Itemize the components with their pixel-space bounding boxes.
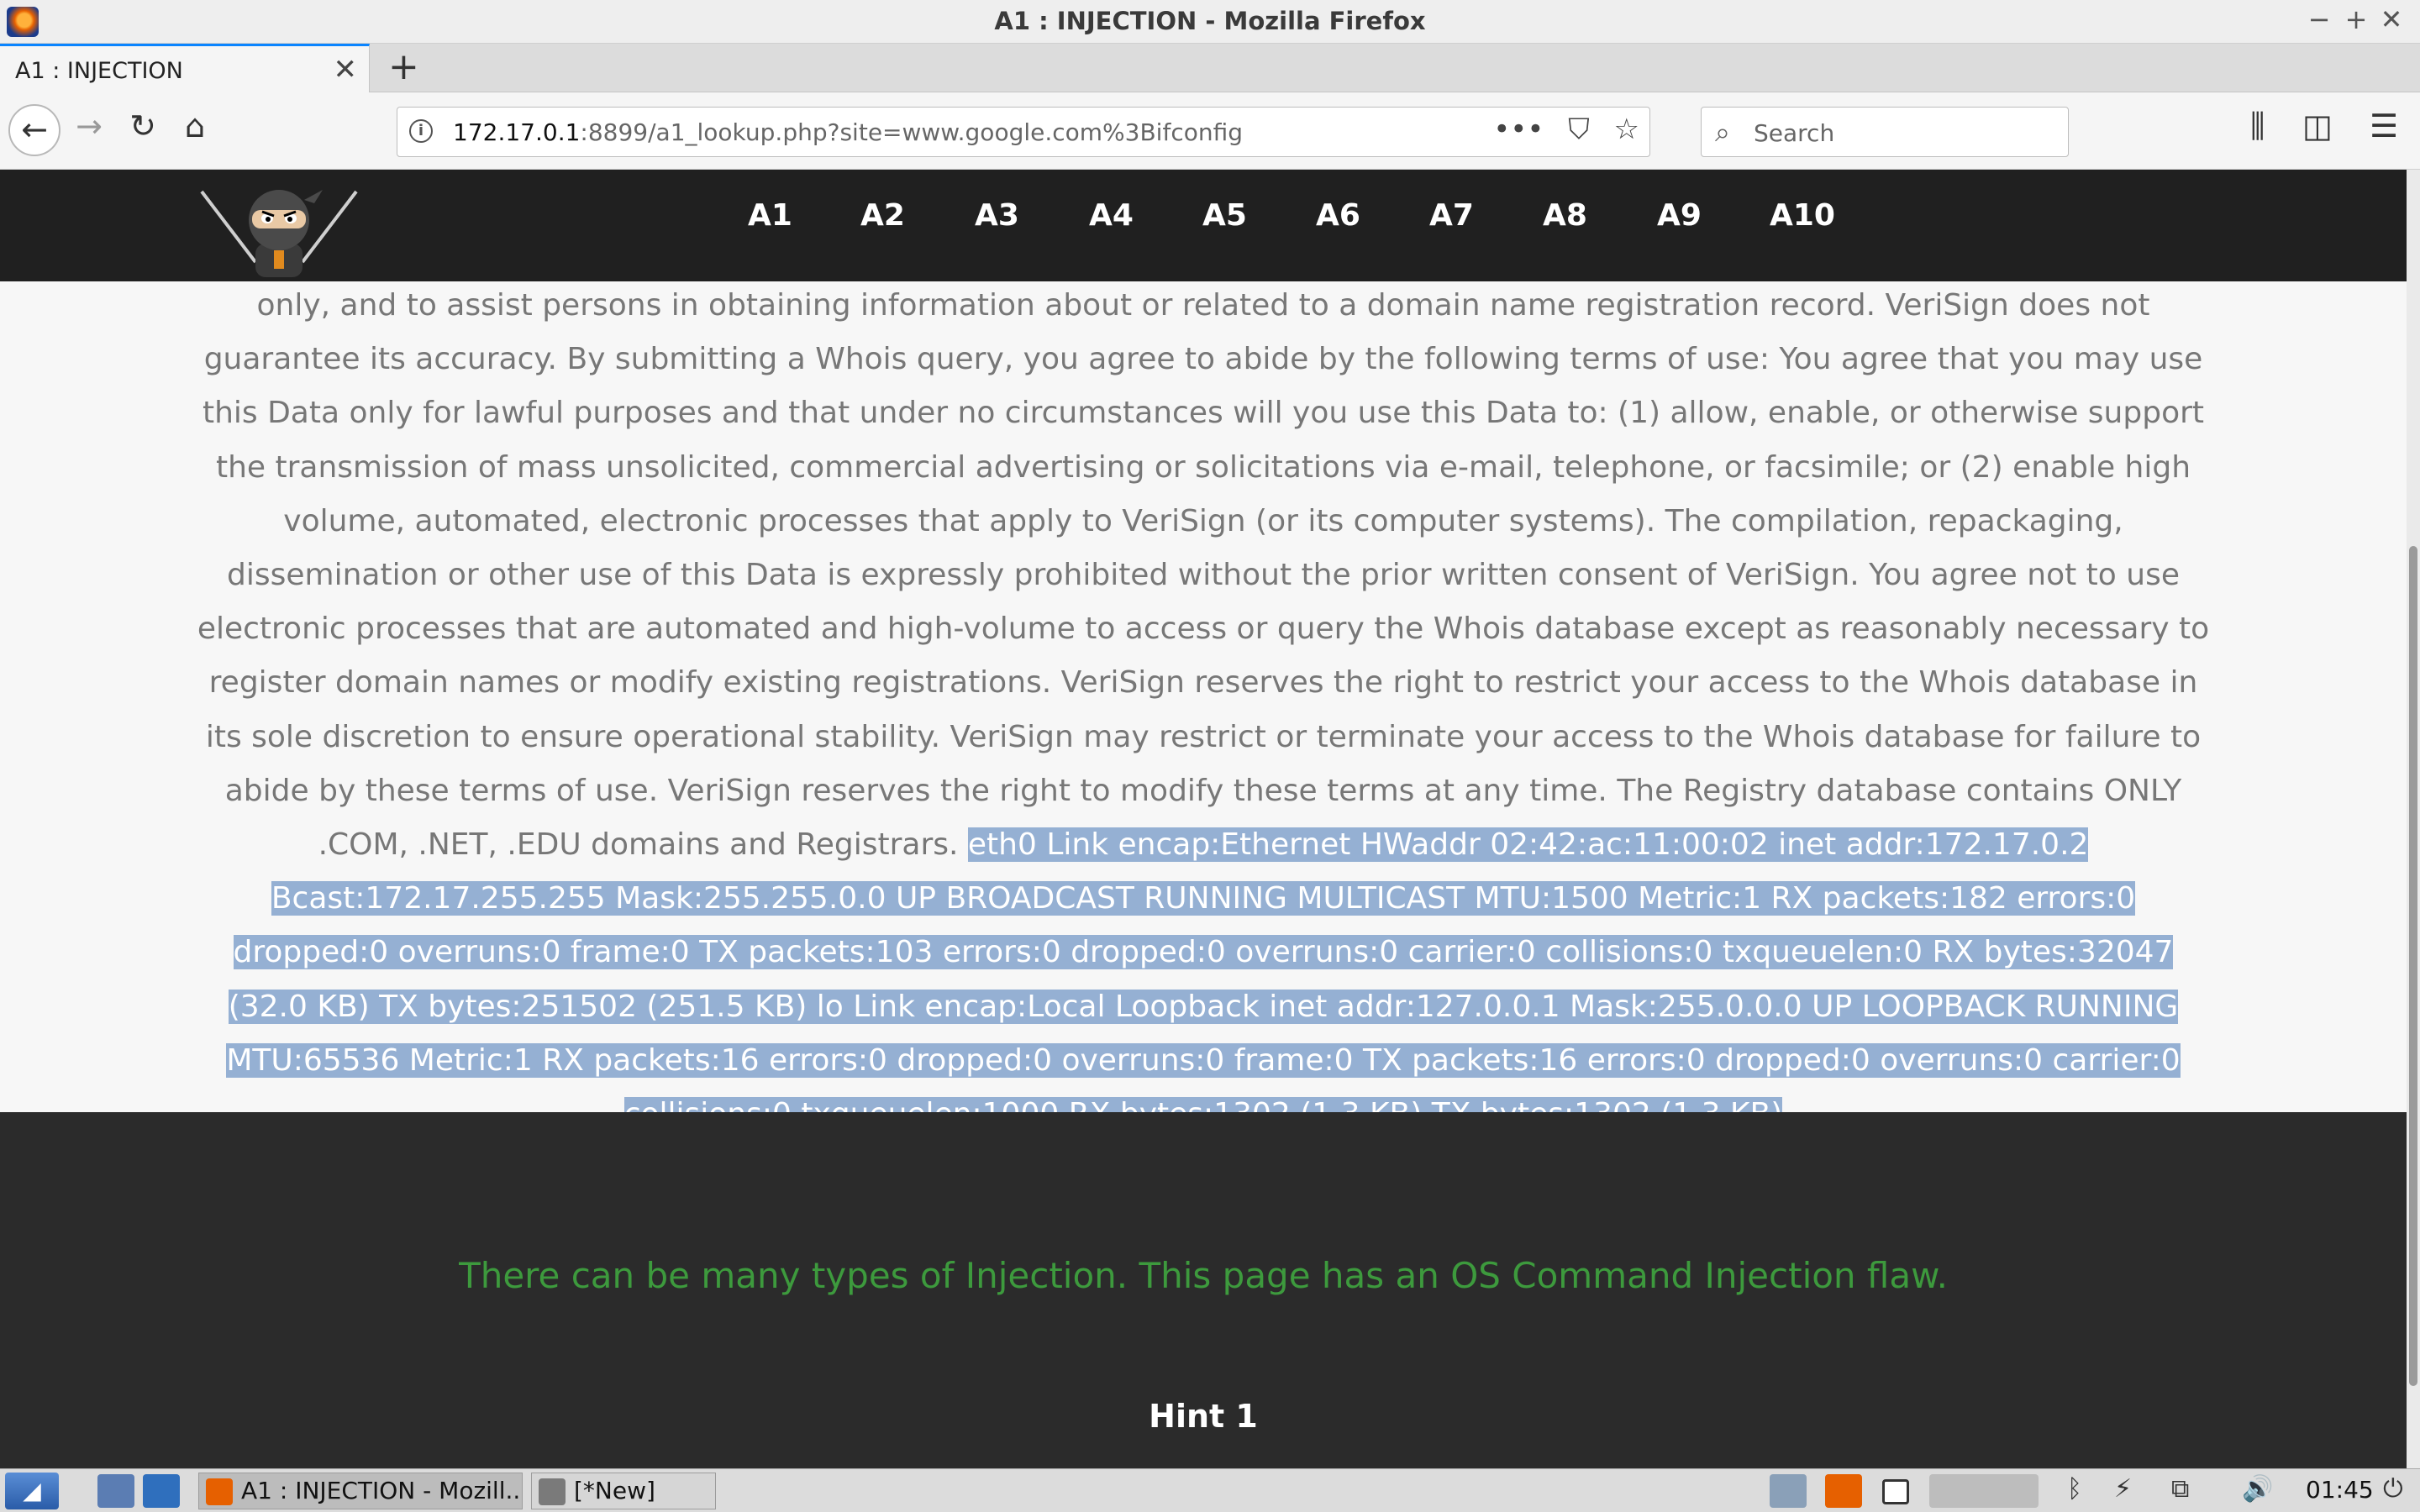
forward-button[interactable]: → [66,108,113,144]
search-bar[interactable]: ⌕ Search [1701,107,2069,157]
lookup-output: only, and to assist persons in obtaining… [193,279,2213,1142]
web-page: A1 A2 A3 A4 A5 A6 A7 A8 A9 A10 only, and… [0,170,2407,1468]
nav-link-a8[interactable]: A8 [1543,198,1587,233]
pocket-icon[interactable]: ⛉ [1568,113,1590,146]
close-window-button[interactable]: ✕ [2375,3,2408,35]
url-host: 172.17.0.1 [453,118,581,146]
url-text[interactable]: 172.17.0.1:8899/a1_lookup.php?site=www.g… [453,118,1243,146]
taskbar-task-label: A1 : INJECTION - Mozill... [241,1477,523,1504]
nav-link-a3[interactable]: A3 [975,198,1019,233]
hint-1-toggle[interactable]: Hint 1 [0,1398,2407,1435]
workspace-icon[interactable] [1770,1474,1807,1508]
window-tray-icon[interactable] [1882,1479,1909,1504]
nav-link-a10[interactable]: A10 [1770,198,1835,233]
start-menu-button[interactable]: ◢ [5,1473,59,1509]
window-titlebar: A1 : INJECTION - Mozilla Firefox − + ✕ [0,0,2420,44]
tab-strip: A1 : INJECTION ✕ + [0,44,2420,92]
nav-link-a6[interactable]: A6 [1316,198,1360,233]
taskbar-task-editor[interactable]: [*New] [531,1473,716,1509]
injection-note: There can be many types of Injection. Th… [459,1255,1948,1296]
nav-link-a1[interactable]: A1 [748,198,792,233]
back-button[interactable]: ← [8,104,60,156]
whois-text: only, and to assist persons in obtaining… [197,288,2210,863]
bookmark-star-icon[interactable]: ☆ [1614,113,1639,146]
maximize-button[interactable]: + [2339,3,2373,35]
cpu-monitor-icon [1929,1474,2039,1508]
reload-button[interactable]: ↻ [119,108,166,144]
nav-link-a4[interactable]: A4 [1089,198,1134,233]
clock: 01:45 [2306,1476,2374,1504]
search-placeholder: Search [1754,119,1835,147]
menu-icon[interactable]: ☰ [2370,108,2398,144]
taskbar: ◢ A1 : INJECTION - Mozill... [*New] ᛒ ⚡ … [0,1468,2420,1512]
sidebar-icon[interactable]: ◫ [2302,108,2333,144]
navigation-toolbar: ← → ↻ ⌂ i 172.17.0.1:8899/a1_lookup.php?… [0,92,2420,170]
nav-link-a2[interactable]: A2 [860,198,905,233]
firefox-tray-icon[interactable] [1825,1474,1862,1508]
ninja-logo[interactable] [197,170,361,281]
scrollbar-thumb[interactable] [2409,546,2417,1386]
search-icon: ⌕ [1715,116,1730,148]
firefox-task-icon [206,1478,233,1505]
file-manager-icon[interactable] [97,1474,134,1508]
nav-link-a9[interactable]: A9 [1657,198,1702,233]
url-bar[interactable]: i 172.17.0.1:8899/a1_lookup.php?site=www… [397,107,1650,157]
site-info-icon[interactable]: i [409,119,433,143]
tab-a1-injection[interactable]: A1 : INJECTION ✕ [0,44,370,92]
nav-link-a5[interactable]: A5 [1202,198,1247,233]
home-button[interactable]: ⌂ [171,108,218,144]
editor-task-icon [539,1478,566,1505]
new-tab-button[interactable]: + [388,45,419,88]
site-navbar: A1 A2 A3 A4 A5 A6 A7 A8 A9 A10 [0,170,2407,281]
library-icon[interactable]: ⫼ [2250,108,2265,145]
window-title: A1 : INJECTION - Mozilla Firefox [994,7,1426,35]
power-icon[interactable]: ⚡ [2114,1474,2132,1504]
minimize-button[interactable]: − [2302,3,2336,35]
url-path: :8899/a1_lookup.php?site=www.google.com%… [580,118,1243,146]
shutdown-icon[interactable]: ⏻ [2383,1474,2403,1504]
bluetooth-icon[interactable]: ᛒ [2067,1474,2082,1504]
taskbar-task-firefox[interactable]: A1 : INJECTION - Mozill... [198,1473,523,1509]
taskbar-task-label: [*New] [574,1477,655,1504]
volume-icon[interactable]: 🔊 [2242,1474,2273,1504]
close-tab-icon[interactable]: ✕ [334,53,358,87]
desktop-icon[interactable] [143,1474,180,1508]
tab-title: A1 : INJECTION [15,58,183,84]
page-actions-icon[interactable]: ••• [1493,113,1544,146]
network-icon[interactable]: ⧉ [2171,1474,2189,1504]
page-footer: There can be many types of Injection. Th… [0,1112,2407,1468]
ifconfig-output: eth0 Link encap:Ethernet HWaddr 02:42:ac… [226,827,2181,1132]
nav-link-a7[interactable]: A7 [1429,198,1474,233]
